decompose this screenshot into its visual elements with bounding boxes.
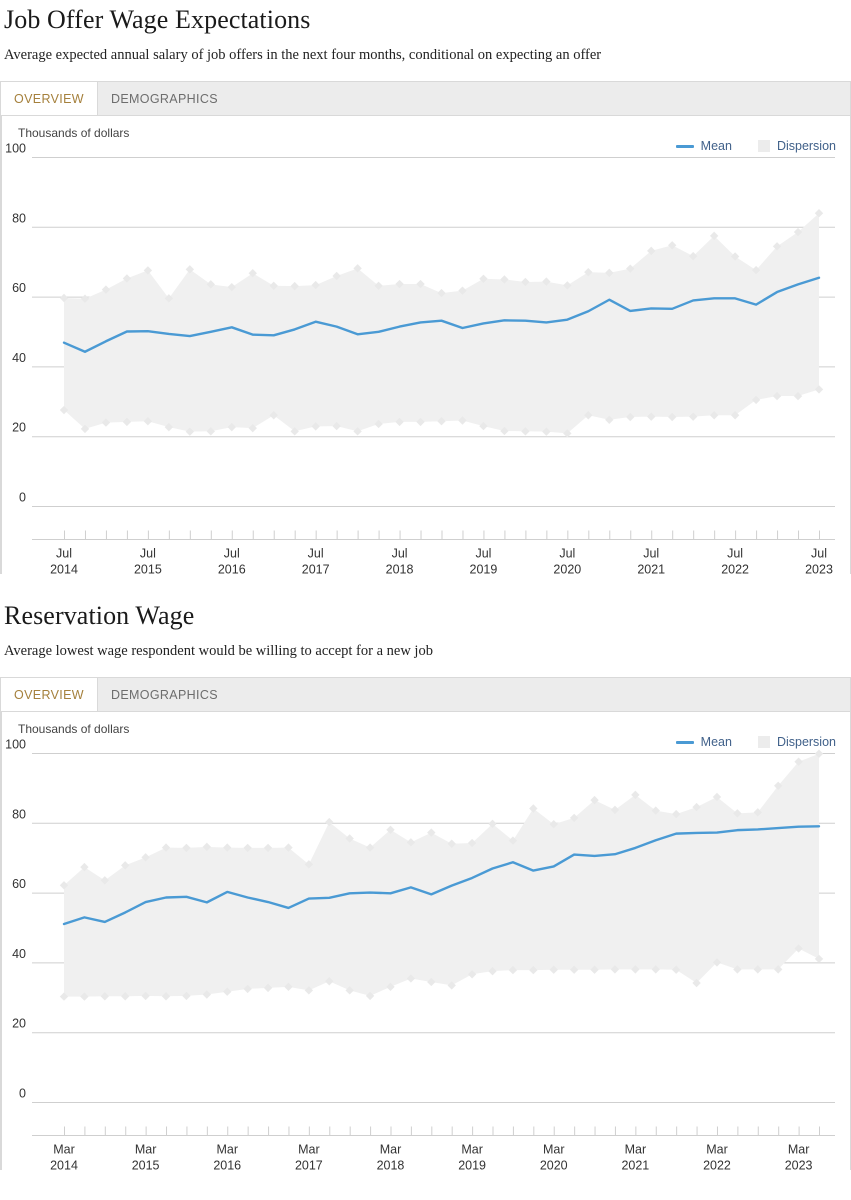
svg-text:0: 0 (19, 1087, 26, 1101)
svg-text:Jul: Jul (140, 547, 156, 561)
chart-container: Thousands of dollars Mean Dispersion 0 20… (1, 116, 850, 574)
tab-overview[interactable]: OVERVIEW (1, 82, 98, 115)
svg-text:2014: 2014 (50, 1159, 78, 1171)
tabbar-2: OVERVIEW DEMOGRAPHICS (1, 678, 850, 712)
svg-text:2015: 2015 (132, 1159, 160, 1171)
svg-text:Mar: Mar (380, 1143, 402, 1157)
plot-area-2: 0 20 40 60 80 100 Mar 2014 Mar 2015 Mar 2016 Mar 2017… (1, 712, 850, 1170)
svg-text:Jul: Jul (559, 547, 575, 561)
chart-panel-2: OVERVIEW DEMOGRAPHICS Thousands of dolla… (0, 677, 851, 1170)
svg-text:Mar: Mar (625, 1143, 647, 1157)
svg-text:40: 40 (12, 351, 26, 365)
svg-text:Mar: Mar (216, 1143, 238, 1157)
svg-text:Jul: Jul (392, 547, 408, 561)
chart-panel: OVERVIEW DEMOGRAPHICS Thousands of dolla… (0, 81, 851, 574)
section-subtitle-2: Average lowest wage respondent would be … (4, 643, 433, 659)
tab-demographics[interactable]: DEMOGRAPHICS (98, 82, 231, 115)
page-title: Job Offer Wage Expectations (4, 5, 311, 34)
svg-text:2021: 2021 (621, 1159, 649, 1171)
svg-text:2023: 2023 (805, 563, 833, 575)
svg-text:100: 100 (5, 142, 26, 156)
svg-text:0: 0 (19, 491, 26, 505)
svg-text:60: 60 (12, 281, 26, 295)
tab-overview-label-2: OVERVIEW (14, 687, 84, 702)
svg-text:Mar: Mar (53, 1143, 75, 1157)
section-job-offer-wage-expectations: Job Offer Wage Expectations Average expe… (0, 0, 851, 574)
svg-text:2014: 2014 (50, 563, 78, 575)
svg-text:2023: 2023 (785, 1159, 813, 1171)
svg-text:2022: 2022 (721, 563, 749, 575)
svg-text:Mar: Mar (461, 1143, 483, 1157)
svg-text:Jul: Jul (224, 547, 240, 561)
svg-text:Jul: Jul (727, 547, 743, 561)
svg-text:20: 20 (12, 1017, 26, 1031)
section-subtitle: Average expected annual salary of job of… (4, 47, 602, 63)
tab-overview-label: OVERVIEW (14, 91, 84, 106)
svg-text:2019: 2019 (458, 1159, 486, 1171)
svg-text:2019: 2019 (470, 563, 498, 575)
svg-text:Mar: Mar (543, 1143, 565, 1157)
tab-demographics-label-2: DEMOGRAPHICS (110, 687, 218, 702)
svg-text:2022: 2022 (703, 1159, 731, 1171)
svg-text:2016: 2016 (213, 1159, 241, 1171)
tabbar: OVERVIEW DEMOGRAPHICS (1, 82, 850, 116)
tab-demographics-label: DEMOGRAPHICS (110, 91, 218, 106)
plot-area: 0 20 40 60 80 100 Jul 2014 Jul 2015 Jul 2016 Jul 2017… (1, 116, 850, 574)
svg-text:Mar: Mar (706, 1143, 728, 1157)
svg-text:80: 80 (12, 211, 26, 225)
svg-text:2018: 2018 (377, 1159, 405, 1171)
svg-text:80: 80 (12, 807, 26, 821)
tab-demographics-2[interactable]: DEMOGRAPHICS (98, 678, 231, 711)
svg-text:2016: 2016 (218, 563, 246, 575)
svg-text:Jul: Jul (811, 547, 827, 561)
line-chart-svg-2: 0 20 40 60 80 100 Mar 2014 Mar 2015 Mar 2016 Mar 2017… (1, 712, 835, 1171)
svg-text:Mar: Mar (788, 1143, 810, 1157)
svg-text:Jul: Jul (643, 547, 659, 561)
svg-text:2021: 2021 (637, 563, 665, 575)
svg-text:Mar: Mar (135, 1143, 157, 1157)
page-title-2: Reservation Wage (4, 601, 195, 630)
svg-text:2017: 2017 (302, 563, 330, 575)
svg-text:60: 60 (12, 877, 26, 891)
svg-text:Jul: Jul (56, 547, 72, 561)
svg-text:2015: 2015 (134, 563, 162, 575)
svg-text:100: 100 (5, 738, 26, 752)
section-reservation-wage: Reservation Wage Average lowest wage res… (0, 596, 851, 1170)
svg-text:2017: 2017 (295, 1159, 323, 1171)
svg-text:2020: 2020 (553, 563, 581, 575)
tab-overview-2[interactable]: OVERVIEW (1, 678, 98, 711)
svg-text:2018: 2018 (386, 563, 414, 575)
svg-text:40: 40 (12, 947, 26, 961)
svg-text:2020: 2020 (540, 1159, 568, 1171)
chart-container-2: Thousands of dollars Mean Dispersion 0 20… (1, 712, 850, 1170)
svg-text:Jul: Jul (308, 547, 324, 561)
svg-text:20: 20 (12, 421, 26, 435)
page-root: Job Offer Wage Expectations Average expe… (0, 0, 851, 1170)
line-chart-svg: 0 20 40 60 80 100 Jul 2014 Jul 2015 Jul 2016 Jul 2017… (1, 116, 835, 575)
svg-text:Jul: Jul (475, 547, 491, 561)
svg-text:Mar: Mar (298, 1143, 320, 1157)
